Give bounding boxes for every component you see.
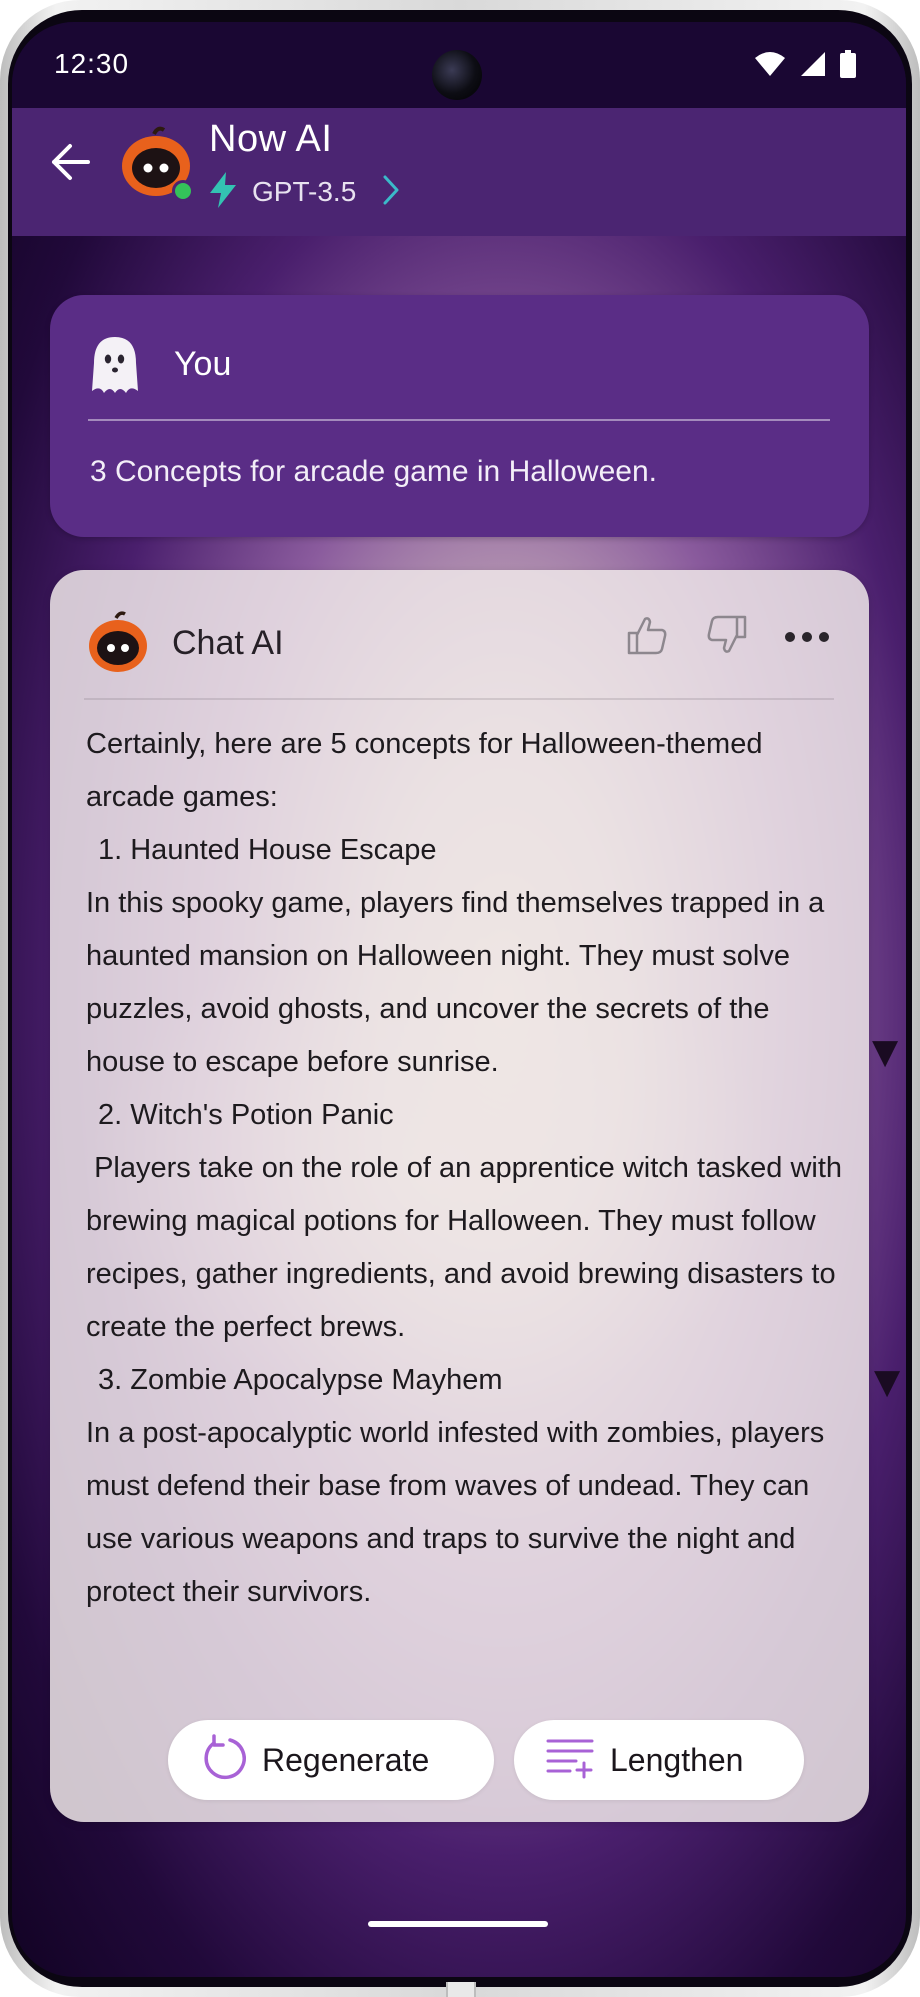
response-paragraph: Players take on the role of an apprentic…	[86, 1152, 851, 1343]
more-options-button[interactable]	[782, 612, 832, 662]
concept-title: 3. Zombie Apocalypse Mayhem	[98, 1364, 503, 1396]
response-paragraph: In this spooky game, players find themse…	[86, 887, 833, 1078]
ai-response-text: Certainly, here are 5 concepts for Hallo…	[86, 718, 846, 1619]
chevron-right-icon	[382, 174, 400, 210]
thumbs-down-icon	[705, 613, 749, 661]
app-header: Now AI GPT-3.5	[12, 108, 906, 236]
divider	[88, 419, 830, 421]
ai-name: Chat AI	[172, 624, 284, 662]
concept-title: 2. Witch's Potion Panic	[98, 1099, 394, 1131]
pumpkin-bot-icon	[86, 610, 150, 674]
ai-message-card: Chat AI Certainly, here are 5 concepts f…	[50, 570, 869, 1822]
bat-decoration: ▼	[872, 1032, 899, 1072]
lengthen-label: Lengthen	[610, 1741, 744, 1778]
response-paragraph: In a post-apocalyptic world infested wit…	[86, 1417, 833, 1608]
like-button[interactable]	[622, 612, 672, 662]
ghost-icon	[90, 335, 140, 397]
bat-decoration: ▼	[874, 1362, 901, 1402]
screen: ▼ ▼ 12:30 Now AI GPT-3.5 You 3 Concepts …	[12, 22, 906, 1977]
refresh-icon	[200, 1734, 248, 1786]
model-label: GPT-3.5	[252, 176, 357, 207]
front-camera	[432, 50, 482, 100]
lightning-bolt-icon	[208, 172, 238, 212]
page-title: Now AI	[209, 118, 333, 160]
usb-port	[446, 1982, 476, 1997]
user-message-card: You 3 Concepts for arcade game in Hallow…	[50, 295, 869, 537]
battery-icon	[840, 50, 856, 82]
dislike-button[interactable]	[702, 612, 752, 662]
back-button[interactable]	[42, 136, 98, 192]
divider	[84, 698, 834, 700]
status-bar: 12:30	[12, 22, 906, 108]
response-paragraph: Certainly, here are 5 concepts for Hallo…	[86, 728, 771, 813]
thumbs-up-icon	[625, 613, 669, 661]
status-time: 12:30	[54, 48, 130, 79]
home-indicator[interactable]	[368, 1921, 548, 1927]
phone-frame: ▼ ▼ 12:30 Now AI GPT-3.5 You 3 Concepts …	[0, 0, 920, 1997]
online-status-dot	[172, 180, 194, 202]
add-text-lines-icon	[546, 1737, 596, 1783]
user-name: You	[174, 345, 232, 383]
arrow-left-icon	[48, 142, 92, 186]
regenerate-button[interactable]: Regenerate	[168, 1720, 494, 1800]
wifi-icon	[754, 51, 786, 81]
user-message-text: 3 Concepts for arcade game in Halloween.	[90, 455, 657, 488]
model-selector[interactable]: GPT-3.5	[208, 170, 400, 214]
more-options-icon	[784, 628, 830, 647]
regenerate-label: Regenerate	[262, 1741, 430, 1778]
lengthen-button[interactable]: Lengthen	[514, 1720, 804, 1800]
cellular-signal-icon	[800, 51, 826, 81]
concept-title: 1. Haunted House Escape	[98, 834, 437, 866]
status-icons	[754, 50, 856, 82]
